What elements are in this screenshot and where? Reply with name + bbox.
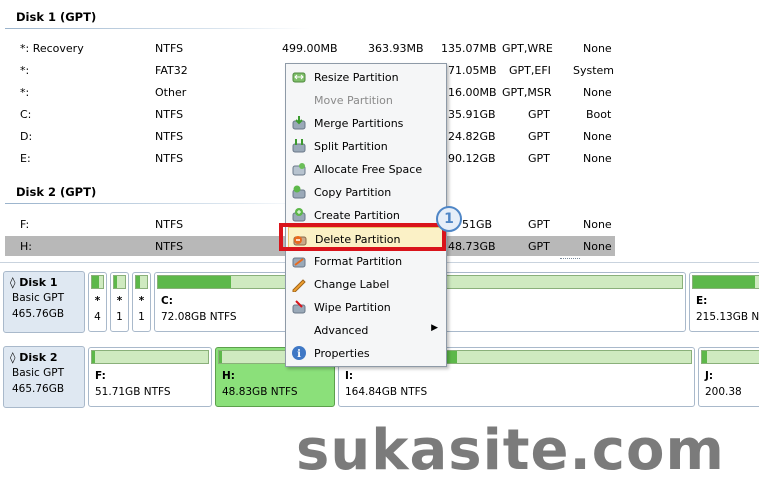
partition-name: *: (20, 86, 30, 99)
menu-item-format-partition[interactable]: Format Partition (288, 250, 444, 272)
partition-type: GPT (528, 152, 550, 165)
partition-type: GPT,WRE (502, 42, 553, 55)
menu-item-properties[interactable]: i Properties (288, 342, 444, 364)
partition-status: None (583, 130, 612, 143)
partition-name: D: (20, 130, 33, 143)
merge-icon (291, 115, 307, 131)
split-icon (291, 138, 307, 154)
context-menu: Resize Partition Move Partition Merge Pa… (285, 63, 447, 367)
advanced-icon (291, 322, 307, 338)
menu-item-copy-partition[interactable]: Copy Partition (288, 181, 444, 203)
disk2-map-title: ◊ Disk 2 (10, 351, 58, 364)
menu-item-advanced[interactable]: Advanced ▶ (288, 319, 444, 341)
format-icon (291, 253, 307, 269)
step-badge: 1 (436, 206, 462, 232)
disk2-map-size: 465.76GB (12, 383, 65, 395)
disk1-map-label[interactable]: ◊ Disk 1 Basic GPT 465.76GB (3, 271, 85, 333)
disk-icon: ◊ (10, 351, 16, 364)
create-icon (291, 207, 307, 223)
partition-block-f[interactable]: F: 51.71GB NTFS (88, 347, 212, 407)
partition-name: H: (20, 240, 32, 253)
partition-block-j[interactable]: J: 200.38 (698, 347, 759, 407)
highlight-box (279, 223, 446, 251)
partition-unused: 90.12GB (448, 152, 496, 165)
menu-item-allocate-free-space[interactable]: Allocate Free Space (288, 158, 444, 180)
disk1-header-divider (5, 28, 310, 29)
menu-item-split-partition[interactable]: Split Partition (288, 135, 444, 157)
partition-type: GPT (528, 218, 550, 231)
partition-type: GPT,MSR (502, 86, 552, 99)
partition-fs: NTFS (155, 152, 184, 165)
svg-text:i: i (297, 349, 301, 360)
disk2-map-type: Basic GPT (12, 367, 65, 379)
partition-fs: NTFS (155, 240, 184, 253)
partition-fs: NTFS (155, 130, 184, 143)
menu-item-move-partition: Move Partition (288, 89, 444, 111)
menu-item-change-label[interactable]: Change Label (288, 273, 444, 295)
partition-unused: 35.91GB (448, 108, 496, 121)
partition-status: Boot (586, 108, 612, 121)
partition-unused: 51GB (462, 218, 493, 231)
partition-fs: Other (155, 86, 187, 99)
partition-name: *: Recovery (20, 42, 84, 55)
partition-used: 363.93MB (368, 42, 424, 55)
partition-unused: 71.05MB (448, 64, 497, 77)
copy-icon (291, 184, 307, 200)
partition-unused: 24.82GB (448, 130, 496, 143)
disk1-map-size: 465.76GB (12, 308, 65, 320)
partition-name: *: (20, 64, 30, 77)
partition-block-msr[interactable]: * 1 (132, 272, 151, 332)
partition-fs: NTFS (155, 42, 184, 55)
disk2-header: Disk 2 (GPT) (16, 185, 97, 199)
disk2-map-label[interactable]: ◊ Disk 2 Basic GPT 465.76GB (3, 346, 85, 408)
partition-name: E: (20, 152, 31, 165)
partition-name: C: (20, 108, 32, 121)
resize-icon (291, 69, 307, 85)
partition-type: GPT (528, 130, 550, 143)
partition-status: None (583, 240, 612, 253)
disk1-map-title: ◊ Disk 1 (10, 276, 58, 289)
watermark: sukasite.com (296, 418, 725, 483)
partition-unused: 48.73GB (448, 240, 496, 253)
disk2-header-divider (5, 203, 310, 204)
partition-type: GPT (528, 108, 550, 121)
partition-block-recovery[interactable]: * 4 (88, 272, 107, 332)
menu-item-merge-partitions[interactable]: Merge Partitions (288, 112, 444, 134)
partition-type: GPT,EFI (509, 64, 551, 77)
partition-status: None (583, 218, 612, 231)
partition-status: None (583, 86, 612, 99)
partition-fs: NTFS (155, 108, 184, 121)
wipe-icon (291, 299, 307, 315)
partition-block-efi[interactable]: * 1 (110, 272, 129, 332)
partition-capacity: 499.00MB (282, 42, 338, 55)
menu-item-wipe-partition[interactable]: Wipe Partition (288, 296, 444, 318)
partition-name: F: (20, 218, 30, 231)
allocate-icon (291, 161, 307, 177)
partition-status: System (573, 64, 615, 77)
disk-icon: ◊ (10, 276, 16, 289)
partition-status: None (583, 42, 612, 55)
partition-type: GPT (528, 240, 550, 253)
table-row[interactable]: *: Recovery NTFS 499.00MB 363.93MB 135.0… (0, 38, 615, 58)
submenu-arrow-icon: ▶ (431, 323, 438, 333)
partition-status: None (583, 152, 612, 165)
disk1-map-type: Basic GPT (12, 292, 65, 304)
partition-unused: 135.07MB (441, 42, 497, 55)
partition-unused: 16.00MB (448, 86, 497, 99)
disk1-header: Disk 1 (GPT) (16, 10, 97, 24)
partition-fs: FAT32 (155, 64, 188, 77)
move-icon (291, 92, 307, 108)
label-icon (291, 276, 307, 293)
properties-icon: i (291, 345, 307, 361)
menu-item-resize-partition[interactable]: Resize Partition (288, 66, 444, 88)
partition-fs: NTFS (155, 218, 184, 231)
partition-block-e[interactable]: E: 215.13GB NT (689, 272, 759, 332)
